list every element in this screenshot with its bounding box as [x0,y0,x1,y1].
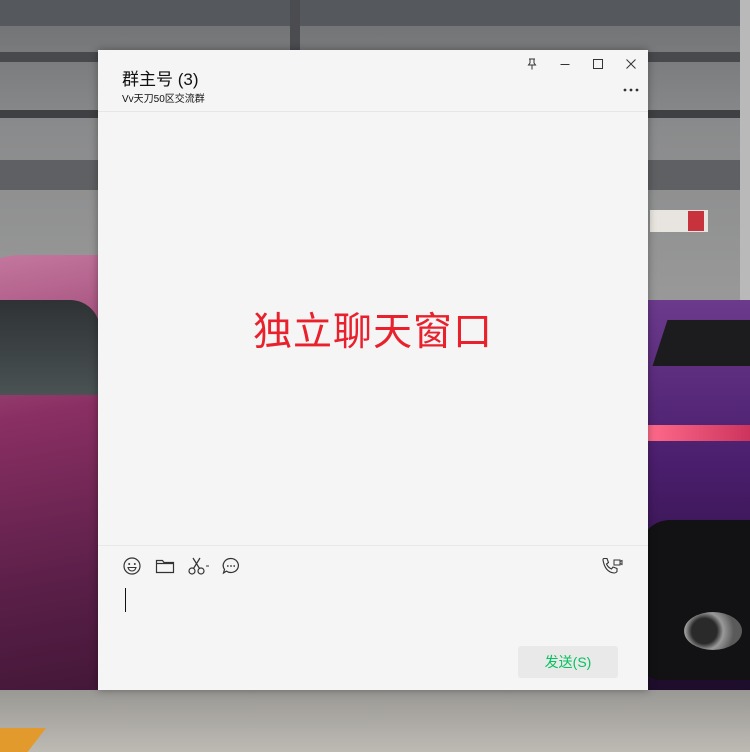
emoji-icon [122,556,142,581]
maximize-icon [592,58,604,70]
chat-title: 群主号 (3) [122,70,199,89]
file-button[interactable] [153,557,177,579]
pin-icon [526,58,538,70]
chat-history-button[interactable] [219,557,243,579]
minimize-button[interactable] [549,53,581,75]
more-dots-icon [623,79,639,97]
message-input[interactable] [122,588,622,648]
composer-toolbar [98,555,648,581]
composer-divider [98,545,648,546]
screenshot-button[interactable] [186,557,212,579]
maximize-button[interactable] [582,53,614,75]
chat-subtitle: Vv天刀50区交流群 [122,94,205,105]
call-button[interactable] [600,557,624,579]
close-button[interactable] [615,53,647,75]
emoji-button[interactable] [120,556,144,581]
text-cursor [125,588,126,612]
message-area[interactable]: 独立聊天窗口 [98,112,648,545]
minimize-icon [559,58,571,70]
chat-window: 群主号 (3) Vv天刀50区交流群 独立聊天窗口 发送(S) [98,50,648,690]
close-icon [625,58,637,70]
center-label: 独立聊天窗口 [252,309,493,355]
video-call-icon [601,556,623,581]
scissors-icon [187,556,211,581]
title-bar[interactable]: 群主号 (3) Vv天刀50区交流群 [98,50,648,112]
folder-icon [155,557,175,580]
chat-bubble-icon [221,556,241,581]
send-button[interactable]: 发送(S) [518,646,618,678]
more-button[interactable] [617,80,645,96]
pin-button[interactable] [516,53,548,75]
